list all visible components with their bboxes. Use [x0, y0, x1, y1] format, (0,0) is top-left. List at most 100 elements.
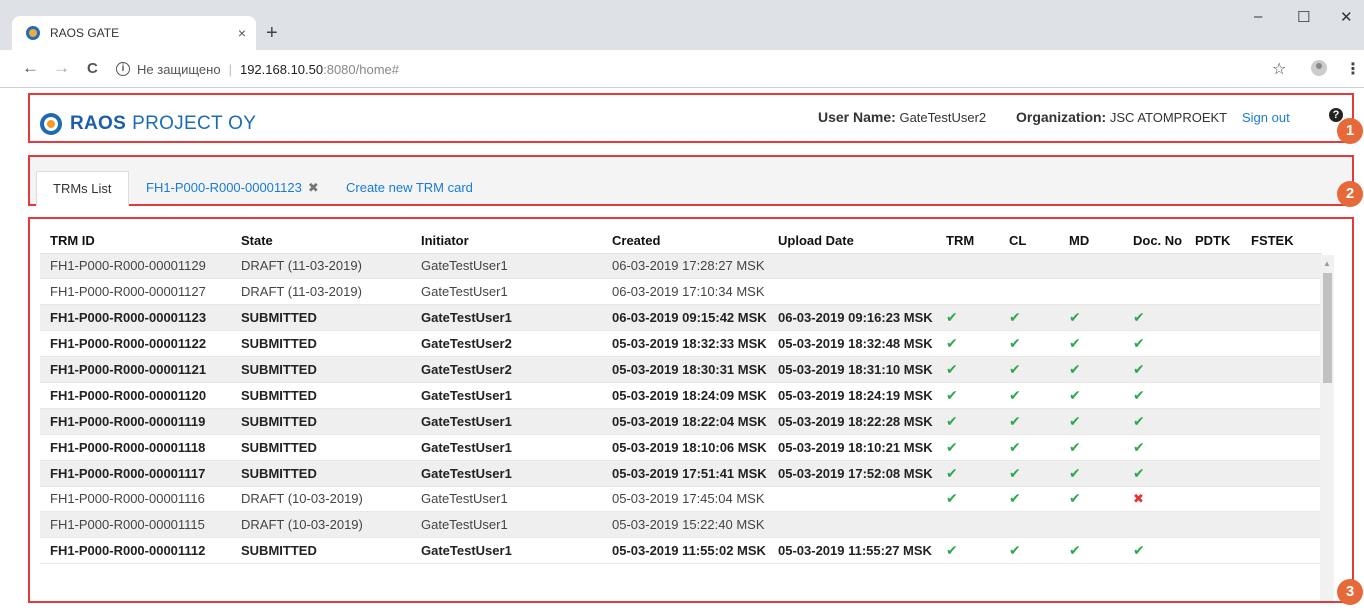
col-cl[interactable]: CL	[999, 229, 1059, 254]
cl-status-cell: ✔	[999, 356, 1059, 383]
col-created[interactable]: Created	[602, 229, 768, 254]
table-row[interactable]: FH1-P000-R000-00001127 DRAFT (11-03-2019)…	[40, 278, 1322, 306]
info-icon[interactable]: i	[116, 62, 130, 76]
trm-status-cell: ✔	[936, 356, 999, 383]
close-window-icon[interactable]: ✕	[1340, 8, 1353, 26]
check-icon: ✔	[946, 309, 958, 326]
browser-tab[interactable]: RAOS GATE ×	[12, 16, 256, 50]
table-row[interactable]: FH1-P000-R000-00001121 SUBMITTED GateTestU…	[40, 356, 1322, 383]
back-arrow-icon[interactable]: ←	[22, 58, 39, 78]
initiator-cell: GateTestUser1	[411, 537, 602, 565]
table-row[interactable]: FH1-P000-R000-00001118 SUBMITTED GateTestU…	[40, 434, 1322, 461]
trm-id-cell: FH1-P000-R000-00001115	[40, 511, 231, 539]
table-row[interactable]: FH1-P000-R000-00001112 SUBMITTED GateTestU…	[40, 537, 1322, 565]
table-row[interactable]: FH1-P000-R000-00001122 SUBMITTED GateTestU…	[40, 330, 1322, 358]
pdtk-cell	[1185, 330, 1241, 358]
fstek-cell	[1241, 460, 1322, 487]
initiator-cell: GateTestUser1	[411, 253, 602, 280]
table-row[interactable]: FH1-P000-R000-00001120 SUBMITTED GateTestU…	[40, 382, 1322, 409]
col-state[interactable]: State	[231, 229, 411, 254]
col-trm-id[interactable]: TRM ID	[40, 229, 231, 254]
profile-avatar-icon[interactable]	[1311, 60, 1327, 76]
trm-status-cell	[936, 511, 999, 539]
trm-status-cell: ✔	[936, 304, 999, 332]
trm-id-cell: FH1-P000-R000-00001117	[40, 460, 231, 487]
sign-out-link[interactable]: Sign out	[1242, 110, 1290, 125]
pdtk-cell	[1185, 278, 1241, 306]
col-upload-date[interactable]: Upload Date	[768, 229, 936, 254]
state-cell: DRAFT (10-03-2019)	[231, 486, 411, 513]
table-row[interactable]: FH1-P000-R000-00001129 DRAFT (11-03-2019)…	[40, 253, 1322, 280]
logo-text-raos: RAOS	[70, 113, 127, 134]
new-tab-icon[interactable]: +	[266, 22, 278, 45]
doc-no-status-cell: ✔	[1123, 434, 1185, 461]
check-icon: ✔	[1009, 335, 1021, 352]
col-md[interactable]: MD	[1059, 229, 1123, 254]
col-initiator[interactable]: Initiator	[411, 229, 602, 254]
md-status-cell: ✔	[1059, 382, 1123, 409]
url-host: 192.168.10.50	[239, 61, 324, 77]
upload-date-cell	[768, 486, 936, 513]
organization-value: JSC ATOMPROEKT	[1109, 110, 1228, 125]
maximize-icon[interactable]: ☐	[1297, 8, 1310, 26]
state-cell: SUBMITTED	[231, 408, 411, 435]
tab-trms-list[interactable]: TRMs List	[36, 171, 129, 206]
col-pdtk[interactable]: PDTK	[1185, 229, 1241, 254]
minimize-icon[interactable]: –	[1254, 8, 1262, 25]
col-doc-no[interactable]: Doc. No	[1123, 229, 1185, 254]
fstek-cell	[1241, 253, 1322, 280]
upload-date-cell: 05-03-2019 18:10:21 MSK	[768, 434, 936, 461]
fstek-cell	[1241, 356, 1322, 383]
fstek-cell	[1241, 511, 1322, 539]
tab-trm-card[interactable]: FH1-P000-R000-00001123 ✖	[130, 171, 335, 206]
check-icon: ✔	[946, 386, 958, 403]
check-icon: ✔	[1069, 335, 1081, 352]
fstek-cell	[1241, 382, 1322, 409]
table-row[interactable]: FH1-P000-R000-00001119 SUBMITTED GateTestU…	[40, 408, 1322, 435]
state-cell: SUBMITTED	[231, 330, 411, 358]
check-icon: ✔	[1069, 386, 1081, 403]
browser-menu-icon[interactable]: ⋮	[1345, 59, 1361, 79]
cl-status-cell	[999, 511, 1059, 539]
state-cell: DRAFT (10-03-2019)	[231, 511, 411, 539]
user-name-label: User Name:	[818, 109, 896, 125]
bookmark-star-icon[interactable]: ☆	[1272, 59, 1286, 79]
trm-status-cell: ✔	[936, 408, 999, 435]
col-trm[interactable]: TRM	[936, 229, 999, 254]
check-icon: ✔	[1133, 464, 1145, 481]
scroll-up-arrow-icon[interactable]: ▲	[1323, 259, 1331, 268]
grid-scroll-thumb[interactable]	[1323, 273, 1332, 383]
state-cell: SUBMITTED	[231, 537, 411, 565]
doc-no-status-cell	[1123, 511, 1185, 539]
check-icon: ✔	[946, 542, 958, 559]
created-cell: 05-03-2019 18:10:06 MSK	[602, 434, 768, 461]
table-row[interactable]: FH1-P000-R000-00001123 SUBMITTED GateTestU…	[40, 304, 1322, 332]
col-fstek[interactable]: FSTEK	[1241, 229, 1322, 254]
md-status-cell: ✔	[1059, 356, 1123, 383]
close-tab-icon[interactable]: ×	[238, 25, 246, 41]
cl-status-cell: ✔	[999, 330, 1059, 358]
reload-icon[interactable]: C	[87, 60, 98, 77]
doc-no-status-cell: ✔	[1123, 304, 1185, 332]
forward-arrow-icon[interactable]: →	[53, 58, 70, 78]
table-row[interactable]: FH1-P000-R000-00001117 SUBMITTED GateTestU…	[40, 460, 1322, 487]
md-status-cell: ✔	[1059, 330, 1123, 358]
address-bar[interactable]: i Не защищено | 192.168.10.50:8080/home#	[116, 55, 1246, 83]
created-cell: 06-03-2019 09:15:42 MSK	[602, 304, 768, 332]
trm-status-cell: ✔	[936, 460, 999, 487]
trm-id-cell: FH1-P000-R000-00001116	[40, 486, 231, 513]
table-row[interactable]: FH1-P000-R000-00001116 DRAFT (10-03-2019)…	[40, 486, 1322, 513]
trm-id-cell: FH1-P000-R000-00001127	[40, 278, 231, 306]
md-status-cell: ✔	[1059, 434, 1123, 461]
close-card-tab-icon[interactable]: ✖	[308, 180, 319, 195]
created-cell: 05-03-2019 18:24:09 MSK	[602, 382, 768, 409]
initiator-cell: GateTestUser1	[411, 486, 602, 513]
doc-no-status-cell: ✖	[1123, 486, 1185, 513]
table-row[interactable]: FH1-P000-R000-00001115 DRAFT (10-03-2019)…	[40, 511, 1322, 539]
doc-no-status-cell: ✔	[1123, 356, 1185, 383]
upload-date-cell: 05-03-2019 18:32:48 MSK	[768, 330, 936, 358]
fstek-cell	[1241, 330, 1322, 358]
created-cell: 05-03-2019 18:32:33 MSK	[602, 330, 768, 358]
check-icon: ✔	[946, 412, 958, 429]
create-trm-card-link[interactable]: Create new TRM card	[330, 171, 489, 206]
